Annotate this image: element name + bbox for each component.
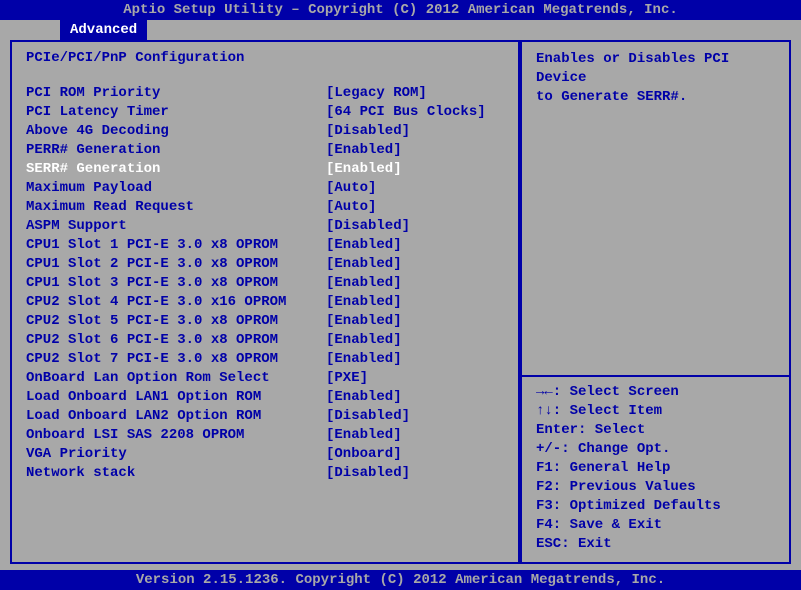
key-hint: ↑↓: Select Item [536,402,775,421]
option-label: Maximum Payload [26,179,326,198]
option-row[interactable]: OnBoard Lan Option Rom Select[PXE] [26,369,504,388]
option-label: CPU1 Slot 3 PCI-E 3.0 x8 OPROM [26,274,326,293]
option-row[interactable]: PERR# Generation[Enabled] [26,141,504,160]
option-value: [PXE] [326,369,368,388]
option-value: [Auto] [326,198,376,217]
option-row[interactable]: Network stack[Disabled] [26,464,504,483]
option-label: CPU1 Slot 1 PCI-E 3.0 x8 OPROM [26,236,326,255]
option-value: [Disabled] [326,122,410,141]
option-label: Load Onboard LAN2 Option ROM [26,407,326,426]
help-spacer [536,107,775,375]
option-label: VGA Priority [26,445,326,464]
help-panel: Enables or Disables PCI Device to Genera… [520,40,791,564]
option-row[interactable]: Onboard LSI SAS 2208 OPROM[Enabled] [26,426,504,445]
option-row[interactable]: CPU1 Slot 2 PCI-E 3.0 x8 OPROM[Enabled] [26,255,504,274]
option-label: ASPM Support [26,217,326,236]
key-hint: F4: Save & Exit [536,516,775,535]
section-title: PCIe/PCI/PnP Configuration [26,50,504,66]
option-label: PCI Latency Timer [26,103,326,122]
main-area: PCIe/PCI/PnP Configuration PCI ROM Prior… [0,40,801,570]
option-label: Maximum Read Request [26,198,326,217]
option-value: [Legacy ROM] [326,84,427,103]
option-label: Network stack [26,464,326,483]
option-row[interactable]: Above 4G Decoding[Disabled] [26,122,504,141]
option-row[interactable]: Load Onboard LAN2 Option ROM[Disabled] [26,407,504,426]
option-value: [Enabled] [326,312,402,331]
option-label: SERR# Generation [26,160,326,179]
footer-bar: Version 2.15.1236. Copyright (C) 2012 Am… [0,570,801,590]
option-value: [Disabled] [326,217,410,236]
option-row[interactable]: PCI Latency Timer[64 PCI Bus Clocks] [26,103,504,122]
key-hint: F1: General Help [536,459,775,478]
option-label: CPU2 Slot 4 PCI-E 3.0 x16 OPROM [26,293,326,312]
option-value: [Enabled] [326,255,402,274]
option-value: [64 PCI Bus Clocks] [326,103,486,122]
keys-legend: →←: Select Screen↑↓: Select ItemEnter: S… [536,383,775,554]
option-row[interactable]: CPU1 Slot 3 PCI-E 3.0 x8 OPROM[Enabled] [26,274,504,293]
option-row[interactable]: SERR# Generation[Enabled] [26,160,504,179]
option-value: [Enabled] [326,331,402,350]
option-label: CPU2 Slot 7 PCI-E 3.0 x8 OPROM [26,350,326,369]
panel-divider [522,375,789,377]
option-value: [Enabled] [326,274,402,293]
option-value: [Enabled] [326,160,402,179]
option-value: [Enabled] [326,141,402,160]
option-label: OnBoard Lan Option Rom Select [26,369,326,388]
key-hint: Enter: Select [536,421,775,440]
option-value: [Disabled] [326,407,410,426]
option-value: [Enabled] [326,293,402,312]
options-panel: PCIe/PCI/PnP Configuration PCI ROM Prior… [10,40,520,564]
option-label: Load Onboard LAN1 Option ROM [26,388,326,407]
option-row[interactable]: CPU2 Slot 7 PCI-E 3.0 x8 OPROM[Enabled] [26,350,504,369]
options-list: PCI ROM Priority[Legacy ROM]PCI Latency … [26,84,504,483]
option-value: [Auto] [326,179,376,198]
option-row[interactable]: PCI ROM Priority[Legacy ROM] [26,84,504,103]
option-value: [Enabled] [326,426,402,445]
help-text-line1: Enables or Disables PCI Device [536,50,775,88]
option-row[interactable]: ASPM Support[Disabled] [26,217,504,236]
option-value: [Enabled] [326,236,402,255]
title-bar: Aptio Setup Utility – Copyright (C) 2012… [0,0,801,20]
option-label: Above 4G Decoding [26,122,326,141]
help-text-line2: to Generate SERR#. [536,88,775,107]
key-hint: +/-: Change Opt. [536,440,775,459]
option-row[interactable]: CPU2 Slot 5 PCI-E 3.0 x8 OPROM[Enabled] [26,312,504,331]
option-row[interactable]: CPU1 Slot 1 PCI-E 3.0 x8 OPROM[Enabled] [26,236,504,255]
option-row[interactable]: Maximum Read Request[Auto] [26,198,504,217]
option-row[interactable]: CPU2 Slot 4 PCI-E 3.0 x16 OPROM[Enabled] [26,293,504,312]
option-row[interactable]: VGA Priority[Onboard] [26,445,504,464]
key-hint: →←: Select Screen [536,383,775,402]
option-value: [Disabled] [326,464,410,483]
key-hint: F2: Previous Values [536,478,775,497]
key-hint: F3: Optimized Defaults [536,497,775,516]
option-label: PCI ROM Priority [26,84,326,103]
option-row[interactable]: CPU2 Slot 6 PCI-E 3.0 x8 OPROM[Enabled] [26,331,504,350]
option-value: [Onboard] [326,445,402,464]
option-row[interactable]: Maximum Payload[Auto] [26,179,504,198]
option-label: PERR# Generation [26,141,326,160]
option-label: CPU1 Slot 2 PCI-E 3.0 x8 OPROM [26,255,326,274]
key-hint: ESC: Exit [536,535,775,554]
option-value: [Enabled] [326,388,402,407]
option-label: CPU2 Slot 6 PCI-E 3.0 x8 OPROM [26,331,326,350]
option-label: Onboard LSI SAS 2208 OPROM [26,426,326,445]
option-value: [Enabled] [326,350,402,369]
option-row[interactable]: Load Onboard LAN1 Option ROM[Enabled] [26,388,504,407]
tab-bar: Advanced [0,20,801,40]
option-label: CPU2 Slot 5 PCI-E 3.0 x8 OPROM [26,312,326,331]
tab-advanced[interactable]: Advanced [60,20,147,40]
bios-root: Aptio Setup Utility – Copyright (C) 2012… [0,0,801,590]
